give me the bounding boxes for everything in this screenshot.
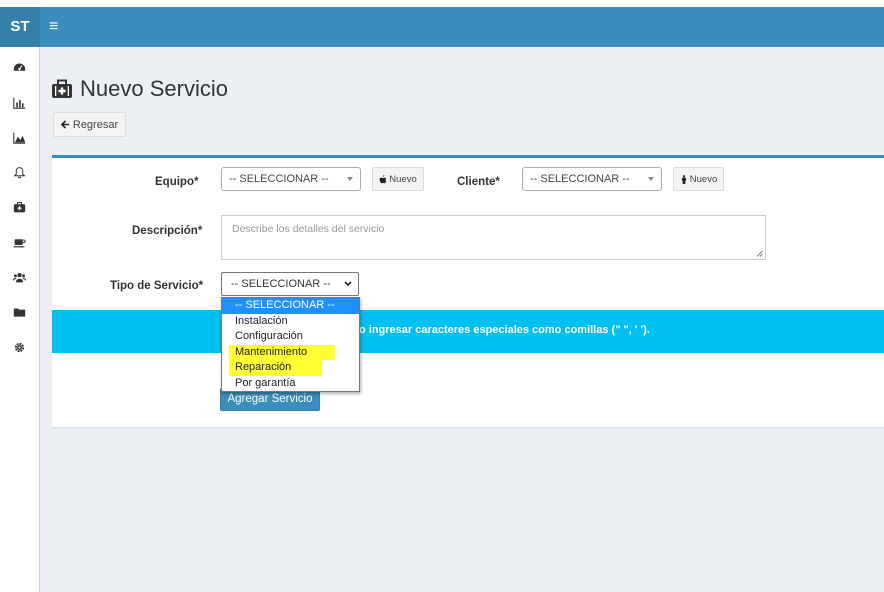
- dropdown-option[interactable]: Reparación: [222, 360, 359, 376]
- equipo-new-label: Nuevo: [389, 173, 417, 185]
- dropdown-option[interactable]: Configuración: [222, 329, 359, 345]
- menu-toggle-icon[interactable]: ≡: [49, 7, 58, 47]
- dropdown-option[interactable]: -- SELECCIONAR --: [222, 298, 359, 314]
- tipo-select[interactable]: -- SELECCIONAR --: [221, 272, 359, 296]
- info-callout: o ingresar caracteres especiales como co…: [52, 310, 884, 353]
- back-button-label: Regresar: [72, 118, 119, 131]
- dropdown-option[interactable]: Mantenimiento: [222, 344, 359, 360]
- equipo-label: Equipo*: [155, 176, 199, 188]
- form-box: Equipo* -- SELECCIONAR -- Nuevo Cliente*…: [52, 155, 884, 427]
- sidebar: [0, 47, 40, 592]
- folder-icon[interactable]: [11, 304, 27, 320]
- male-icon: [681, 174, 687, 184]
- page-title: Nuevo Servicio: [51, 76, 228, 102]
- tipo-select-value: -- SELECCIONAR --: [231, 278, 331, 290]
- back-button[interactable]: Regresar: [53, 112, 126, 137]
- dropdown-option[interactable]: Por garantía: [222, 376, 359, 392]
- resize-handle-icon[interactable]: [756, 250, 763, 257]
- chevron-down-icon: [344, 281, 352, 287]
- cliente-label: Cliente*: [457, 176, 500, 188]
- medkit-icon: [52, 79, 72, 98]
- arrow-left-icon: [60, 120, 69, 129]
- chevron-down-icon: [347, 177, 353, 181]
- tipo-dropdown-list: -- SELECCIONAR -- Instalación Configurac…: [221, 297, 360, 392]
- top-navbar: ST ≡: [0, 7, 884, 47]
- cliente-select-value: -- SELECCIONAR --: [530, 173, 630, 185]
- medkit-icon[interactable]: [11, 199, 27, 215]
- descripcion-label: Descripción*: [132, 225, 203, 237]
- info-callout-text: o ingresar caracteres especiales como co…: [359, 324, 650, 336]
- dashboard-icon[interactable]: [11, 59, 27, 75]
- dropdown-option[interactable]: Instalación: [222, 314, 359, 330]
- descripcion-textarea[interactable]: Describe los detalles del servicio: [221, 215, 766, 260]
- cliente-new-button[interactable]: Nuevo: [673, 167, 724, 191]
- chevron-down-icon: [648, 177, 654, 181]
- descripcion-placeholder: Describe los detalles del servicio: [232, 223, 385, 235]
- coffee-icon[interactable]: [11, 234, 27, 250]
- users-icon[interactable]: [11, 269, 27, 285]
- gear-icon[interactable]: [11, 339, 27, 355]
- equipo-select-value: -- SELECCIONAR --: [229, 173, 329, 185]
- equipo-new-button[interactable]: Nuevo: [372, 167, 424, 191]
- apple-icon: [379, 174, 387, 183]
- tipo-label: Tipo de Servicio*: [110, 280, 204, 292]
- cliente-new-label: Nuevo: [689, 173, 718, 185]
- cliente-select[interactable]: -- SELECCIONAR --: [522, 167, 662, 191]
- area-chart-icon[interactable]: [11, 129, 27, 145]
- app-logo[interactable]: ST: [0, 7, 40, 47]
- equipo-select[interactable]: -- SELECCIONAR --: [221, 167, 361, 191]
- bar-chart-icon[interactable]: [11, 94, 27, 110]
- bell-icon[interactable]: [11, 164, 27, 180]
- top-gap: [0, 0, 884, 7]
- page-title-text: Nuevo Servicio: [80, 76, 228, 101]
